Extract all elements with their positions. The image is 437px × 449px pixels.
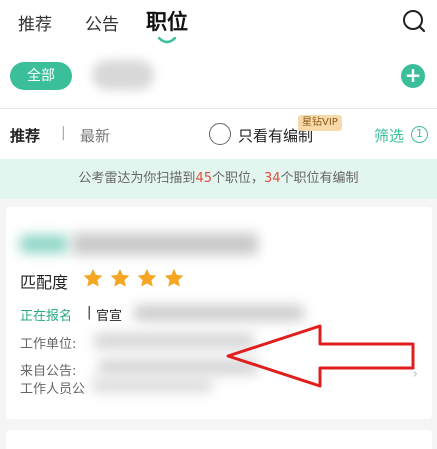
scan-banner: 公考雷达为你扫描到45个职位，34个职位有编制	[0, 159, 437, 199]
job-card-next[interactable]	[6, 430, 432, 449]
status-official: 官宣	[96, 309, 123, 324]
banner-prefix: 公考雷达为你扫描到	[78, 171, 196, 186]
category-all-chip[interactable]: 全部	[10, 62, 72, 90]
star-icon	[164, 268, 184, 287]
star-icon	[137, 268, 157, 287]
sort-separator: |	[61, 125, 66, 141]
match-stars	[82, 267, 185, 291]
status-separator: |	[87, 305, 92, 320]
star-icon	[83, 268, 103, 287]
from-announcement-label: 来自公告:	[20, 364, 77, 379]
filter-button[interactable]: 筛选	[374, 125, 404, 146]
vip-badge: 星钻VIP	[298, 115, 342, 131]
banner-suffix: 个职位有编制	[280, 171, 359, 186]
sort-recommend[interactable]: 推荐	[10, 125, 40, 146]
banner-total-count: 45	[195, 171, 212, 186]
category-row: 全部 +	[0, 50, 437, 108]
search-icon[interactable]	[401, 8, 427, 34]
info-icon[interactable]: 1	[411, 126, 428, 143]
job-title-blurred	[72, 233, 258, 255]
match-label: 匹配度	[20, 273, 69, 292]
category-chip-blurred[interactable]	[92, 60, 154, 90]
annotation-arrow-icon	[226, 324, 415, 388]
filter-row: 推荐 | 最新 只看有编制 星钻VIP 筛选 1	[0, 109, 437, 159]
banner-staffed-count: 34	[264, 171, 281, 186]
tab-positions[interactable]: 职位	[146, 6, 188, 36]
job-tag-blurred	[20, 235, 68, 253]
banner-mid: 个职位，	[211, 171, 264, 186]
plus-icon[interactable]: +	[401, 64, 425, 88]
sort-latest[interactable]: 最新	[80, 125, 110, 146]
star-icon	[110, 268, 130, 287]
unit-label: 工作单位:	[20, 337, 77, 352]
top-nav: 推荐 公告 职位	[0, 0, 437, 50]
staff-label: 工作人员公	[20, 382, 86, 397]
tab-underline-icon	[158, 37, 176, 44]
tab-recommend[interactable]: 推荐	[18, 10, 52, 35]
staff-value-blurred	[92, 377, 212, 393]
only-staffed-radio[interactable]	[209, 123, 231, 145]
tab-announcements[interactable]: 公告	[85, 10, 119, 35]
status-registering: 正在报名	[20, 309, 73, 324]
